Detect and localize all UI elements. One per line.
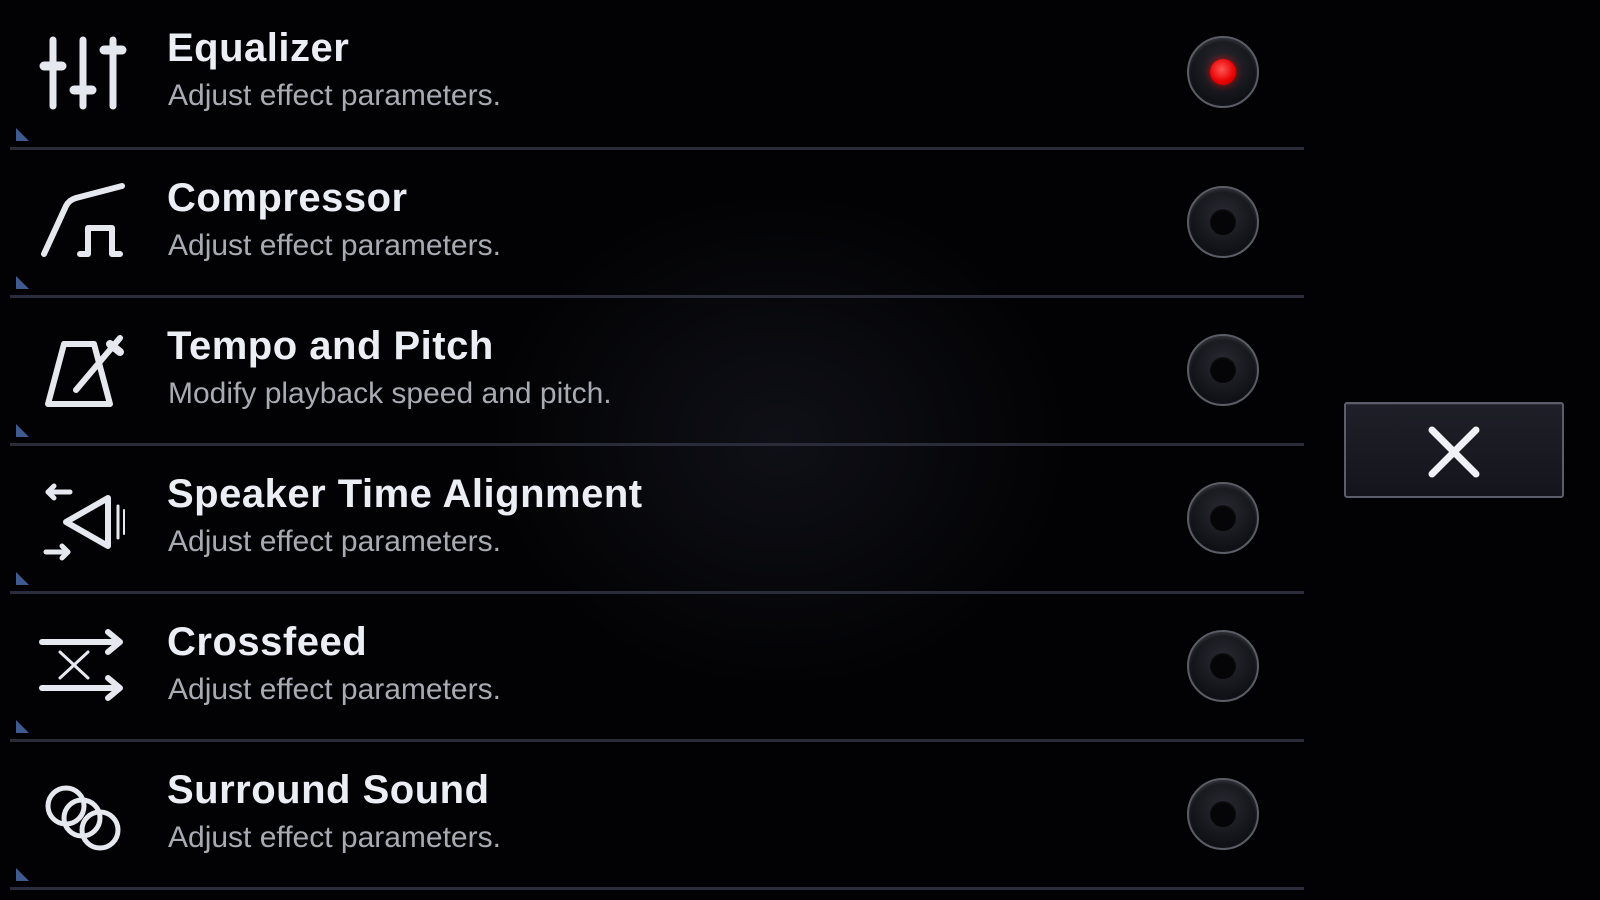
- effect-row-speaker-alignment[interactable]: Speaker Time Alignment Adjust effect par…: [10, 446, 1304, 594]
- expand-corner-icon: [16, 424, 29, 437]
- toggle-indicator: [1210, 653, 1236, 679]
- expand-corner-icon: [16, 276, 29, 289]
- expand-corner-icon: [16, 720, 29, 733]
- effect-toggle-equalizer[interactable]: [1187, 36, 1259, 108]
- effect-toggle-tempo-pitch[interactable]: [1187, 334, 1259, 406]
- surround-circles-icon: [38, 770, 128, 860]
- effect-name: Equalizer: [167, 26, 350, 70]
- effect-row-surround[interactable]: Surround Sound Adjust effect parameters.: [10, 742, 1304, 890]
- expand-corner-icon: [16, 868, 29, 881]
- effect-name: Crossfeed: [167, 620, 368, 664]
- toggle-indicator: [1210, 505, 1236, 531]
- equalizer-sliders-icon: [38, 28, 128, 118]
- effect-description: Modify playback speed and pitch.: [168, 377, 612, 410]
- close-icon: [1426, 424, 1482, 480]
- expand-corner-icon: [16, 572, 29, 585]
- close-button[interactable]: [1344, 402, 1564, 498]
- toggle-indicator: [1210, 357, 1236, 383]
- effect-name: Surround Sound: [167, 768, 490, 812]
- toggle-indicator: [1210, 59, 1236, 85]
- toggle-indicator: [1210, 801, 1236, 827]
- effect-description: Adjust effect parameters.: [168, 229, 501, 262]
- effect-name: Speaker Time Alignment: [167, 472, 643, 516]
- effect-row-tempo-pitch[interactable]: Tempo and Pitch Modify playback speed an…: [10, 298, 1304, 446]
- effect-name: Compressor: [167, 176, 408, 220]
- effect-toggle-crossfeed[interactable]: [1187, 630, 1259, 702]
- speaker-arrows-icon: [38, 474, 128, 564]
- audio-effects-screen: Equalizer Adjust effect parameters. Comp…: [0, 0, 1600, 900]
- compressor-curve-icon: [38, 178, 128, 268]
- metronome-icon: [38, 326, 128, 416]
- expand-corner-icon: [16, 128, 29, 141]
- effect-name: Tempo and Pitch: [167, 324, 494, 368]
- effects-list: Equalizer Adjust effect parameters. Comp…: [10, 0, 1304, 900]
- effect-toggle-compressor[interactable]: [1187, 186, 1259, 258]
- effect-toggle-surround[interactable]: [1187, 778, 1259, 850]
- effect-description: Adjust effect parameters.: [168, 79, 501, 112]
- effect-row-compressor[interactable]: Compressor Adjust effect parameters.: [10, 150, 1304, 298]
- toggle-indicator: [1210, 209, 1236, 235]
- effect-row-equalizer[interactable]: Equalizer Adjust effect parameters.: [10, 0, 1304, 150]
- effect-toggle-speaker-alignment[interactable]: [1187, 482, 1259, 554]
- effect-description: Adjust effect parameters.: [168, 673, 501, 706]
- effect-row-crossfeed[interactable]: Crossfeed Adjust effect parameters.: [10, 594, 1304, 742]
- effect-description: Adjust effect parameters.: [168, 525, 501, 558]
- crossfeed-arrows-icon: [38, 622, 128, 712]
- effect-description: Adjust effect parameters.: [168, 821, 501, 854]
